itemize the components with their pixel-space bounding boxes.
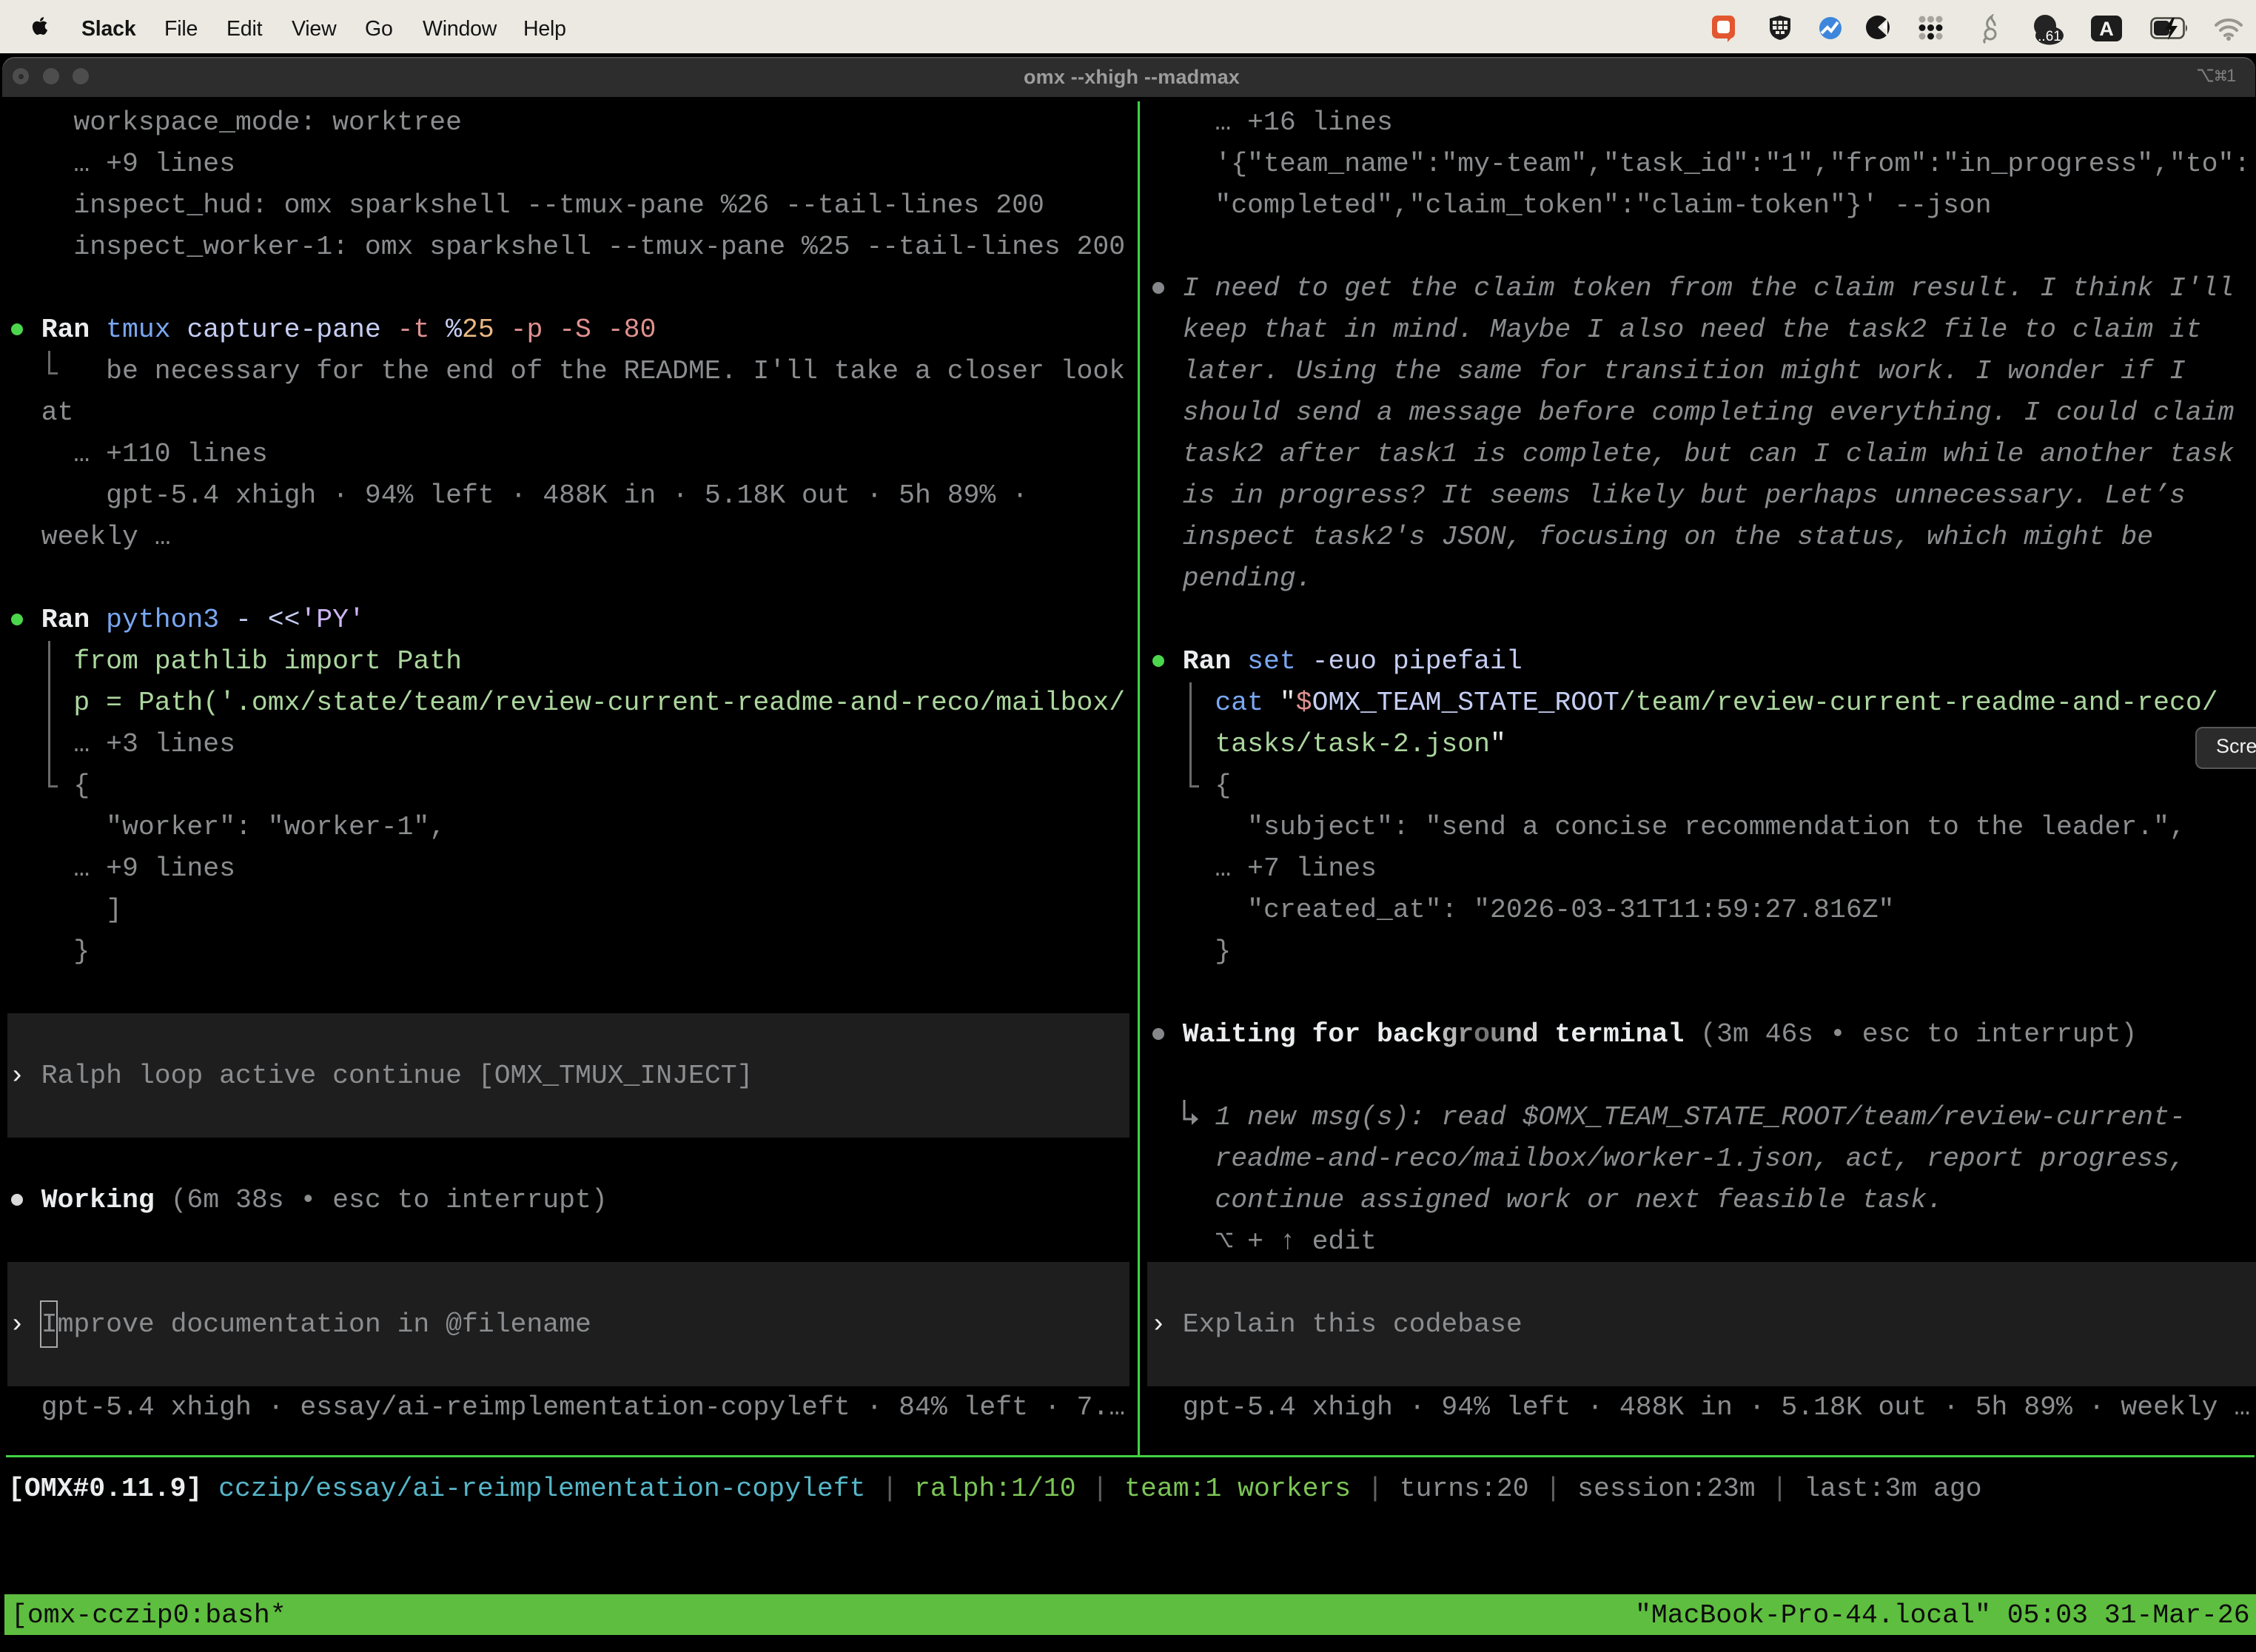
svg-text:..61: ..61 xyxy=(2038,29,2061,44)
